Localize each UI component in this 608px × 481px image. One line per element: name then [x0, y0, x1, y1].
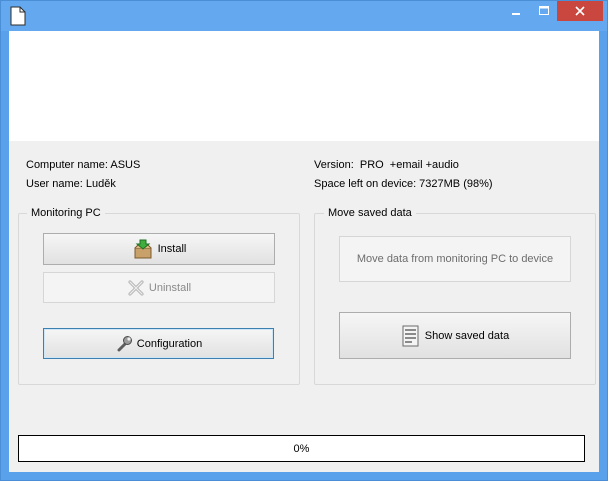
space-left-label: Space left on device: 7327MB (98%): [314, 178, 493, 190]
install-button[interactable]: Install: [43, 233, 275, 265]
configuration-label: Configuration: [136, 337, 203, 350]
move-data-label: Move data from monitoring PC to device: [356, 253, 554, 265]
install-box-icon: [132, 239, 154, 259]
monitoring-pc-title: Monitoring PC: [27, 207, 105, 219]
move-saved-data-group: Move saved data Move data from monitorin…: [314, 207, 596, 385]
maximize-button[interactable]: [531, 1, 557, 21]
monitoring-pc-group: Monitoring PC Install Uninstall Configur…: [18, 207, 300, 385]
wrench-icon: [115, 335, 133, 353]
show-saved-data-button[interactable]: Show saved data: [339, 312, 571, 359]
uninstall-button[interactable]: Uninstall: [43, 272, 275, 303]
install-label: Install: [157, 243, 187, 255]
move-data-button[interactable]: Move data from monitoring PC to device: [339, 236, 571, 282]
minimize-button[interactable]: [501, 1, 531, 21]
title-bar: [1, 1, 607, 31]
client-area: Computer name: ASUS User name: Luděk Ver…: [9, 31, 599, 472]
close-button[interactable]: [557, 1, 603, 21]
app-window: Computer name: ASUS User name: Luděk Ver…: [0, 0, 608, 481]
document-icon: [10, 6, 26, 26]
version-label: Version: PRO +email +audio: [314, 159, 459, 171]
user-name-label: User name: Luděk: [26, 178, 116, 190]
close-icon: [575, 6, 585, 16]
show-saved-data-label: Show saved data: [424, 329, 510, 342]
saved-data-document-icon: [401, 324, 421, 348]
banner-area: [9, 31, 599, 141]
progress-bar: 0%: [18, 435, 585, 462]
computer-name-label: Computer name: ASUS: [26, 159, 141, 171]
uninstall-x-icon: [127, 279, 145, 297]
configuration-button[interactable]: Configuration: [43, 328, 274, 359]
uninstall-label: Uninstall: [148, 281, 192, 294]
move-saved-data-title: Move saved data: [324, 207, 416, 219]
progress-text: 0%: [293, 442, 310, 455]
